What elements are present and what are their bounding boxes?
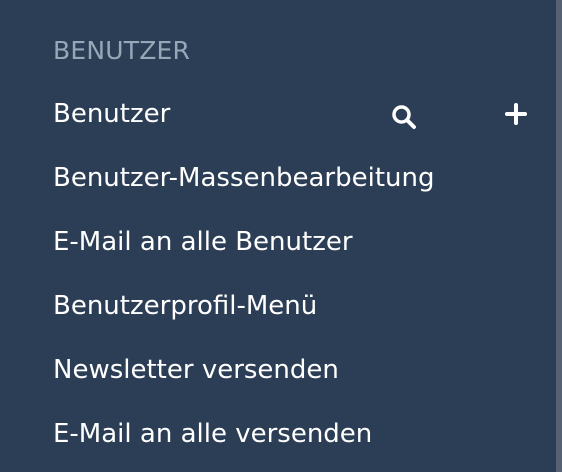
sidebar-item-label: Benutzer <box>53 99 171 129</box>
sidebar-item-label: E-Mail an alle versenden <box>53 419 373 449</box>
sidebar-scrollbar[interactable] <box>556 0 562 472</box>
sidebar-item-benutzer-massenbearbeitung[interactable]: Benutzer-Massenbearbeitung <box>53 158 556 198</box>
sidebar-item-label: Benutzer-Massenbearbeitung <box>53 163 435 193</box>
sidebar-item-email-alle-versenden[interactable]: E-Mail an alle versenden <box>53 414 556 454</box>
search-icon[interactable] <box>391 104 417 130</box>
sidebar-item-benutzerprofil-menu[interactable]: Benutzerprofil-Menü <box>53 286 556 326</box>
sidebar-item-benutzer[interactable]: Benutzer <box>53 94 556 134</box>
sidebar-item-label: Newsletter versenden <box>53 355 339 385</box>
sidebar: BENUTZER Benutzer Benutzer-Massenbearbei… <box>0 0 562 472</box>
sidebar-item-label: Benutzerprofil-Menü <box>53 291 318 321</box>
plus-icon[interactable] <box>505 103 527 125</box>
sidebar-section-title: BENUTZER <box>53 36 191 65</box>
sidebar-item-newsletter-versenden[interactable]: Newsletter versenden <box>53 350 556 390</box>
sidebar-item-label: E-Mail an alle Benutzer <box>53 227 353 257</box>
sidebar-item-email-alle-benutzer[interactable]: E-Mail an alle Benutzer <box>53 222 556 262</box>
